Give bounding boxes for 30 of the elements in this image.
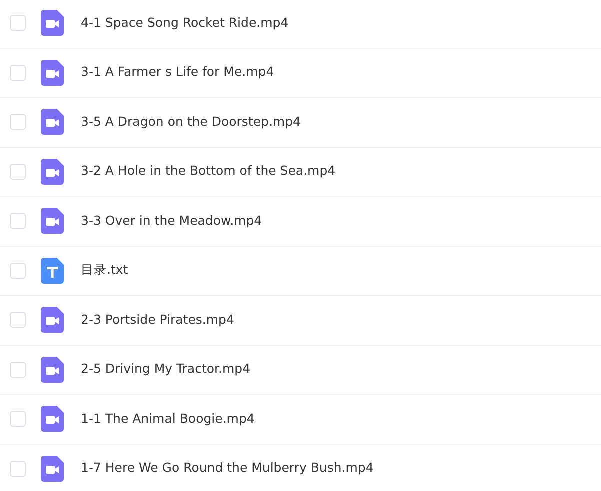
checkbox[interactable] (10, 312, 26, 328)
file-name[interactable]: 4-1 Space Song Rocket Ride.mp4 (81, 14, 289, 33)
video-file-icon (41, 10, 64, 36)
checkbox[interactable] (10, 411, 26, 428)
checkbox[interactable] (10, 15, 26, 32)
checkbox[interactable] (10, 262, 26, 279)
video-file-icon (41, 356, 64, 383)
checkbox[interactable] (10, 64, 26, 81)
video-file-icon (41, 109, 64, 136)
file-name[interactable]: 目录.txt (81, 261, 128, 280)
file-name[interactable]: 3-5 A Dragon on the Doorstep.mp4 (81, 112, 301, 132)
video-file-icon (41, 208, 64, 234)
file-name[interactable]: 3-2 A Hole in the Bottom of the Sea.mp4 (81, 162, 336, 182)
checkbox[interactable] (10, 164, 26, 180)
checkbox[interactable] (10, 362, 26, 378)
file-name[interactable]: 2-5 Driving My Tractor.mp4 (81, 360, 251, 380)
video-file-icon (41, 406, 64, 432)
checkbox[interactable] (10, 114, 26, 130)
video-file-icon (41, 158, 64, 185)
file-name[interactable]: 2-3 Portside Pirates.mp4 (81, 310, 234, 330)
video-file-icon (41, 60, 64, 86)
file-name[interactable]: 1-7 Here We Go Round the Mulberry Bush.mp4 (81, 459, 374, 478)
text-file-icon (41, 258, 64, 284)
checkbox[interactable] (10, 213, 26, 230)
file-name[interactable]: 1-1 The Animal Boogie.mp4 (81, 410, 255, 429)
file-name[interactable]: 3-1 A Farmer s Life for Me.mp4 (81, 63, 274, 82)
file-name[interactable]: 3-3 Over in the Meadow.mp4 (81, 212, 262, 231)
video-file-icon (41, 307, 64, 334)
checkbox[interactable] (10, 460, 26, 477)
video-file-icon (41, 456, 64, 482)
